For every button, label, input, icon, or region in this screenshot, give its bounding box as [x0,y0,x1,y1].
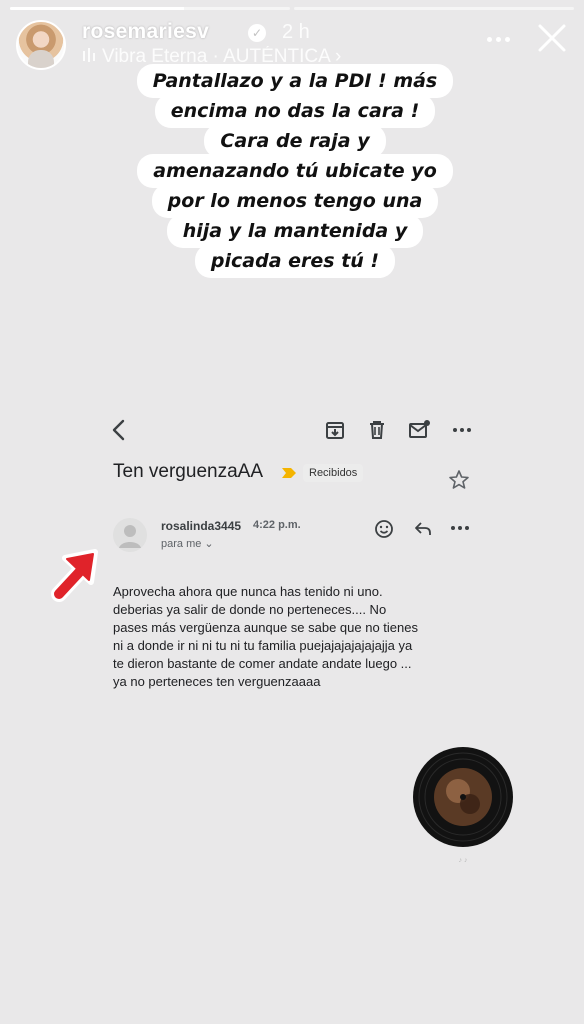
back-arrow-icon[interactable] [109,418,129,442]
caption-line: encima no das la cara ! [154,94,436,128]
email-body-line: deberias ya salir de donde no perteneces… [113,602,387,617]
label-arrow-icon [282,468,296,478]
email-time: 4:22 p.m. [253,519,301,531]
vinyl-caption: ♪ ♪ [458,857,468,864]
email-screenshot: Ten verguenzaAA Recibidos rosalinda3445 … [95,400,487,700]
email-body: Aprovecha ahora que nunca has tenido ni … [113,583,483,691]
caption-line: amenazando tú ubicate yo [137,154,453,188]
recipient-toggle[interactable]: para me ⌄ [161,537,214,550]
label-chip[interactable]: Recibidos [281,464,364,482]
caption-line: Pantallazo y a la PDI ! más [136,64,454,98]
story-caption: Pantallazo y a la PDI ! más encima no da… [70,64,520,278]
caption-line: hija y la mantenida y [166,214,424,248]
progress-segment [10,7,290,10]
progress-fill [10,7,184,10]
star-icon[interactable] [447,468,471,492]
trash-icon[interactable] [365,418,389,442]
progress-segment [294,7,574,10]
close-icon[interactable] [536,22,568,54]
more-options-icon[interactable] [450,418,474,442]
email-body-line: ni a donde ir ni ni tu ni tu familia pue… [113,638,413,653]
sender-avatar[interactable] [113,518,147,552]
caption-line: Cara de raja y [204,124,386,158]
caption-line: por lo menos tengo una [151,184,439,218]
more-horizontal-icon[interactable] [484,30,512,48]
email-body-line: Aprovecha ahora que nunca has tenido ni … [113,584,383,599]
caption-line: picada eres tú ! [194,244,396,278]
avatar[interactable] [16,20,66,70]
mark-unread-icon[interactable] [407,418,431,442]
reply-icon[interactable] [413,519,433,539]
music-vinyl-sticker[interactable] [412,746,514,848]
emoji-reaction-icon[interactable] [374,519,394,539]
email-subject: Ten verguenzaAA [113,461,263,482]
email-more-icon[interactable] [451,526,469,532]
story-progress [10,7,574,10]
sender-name[interactable]: rosalinda3445 [161,519,241,533]
email-body-line: ya no perteneces ten verguenzaaaa [113,674,321,689]
username[interactable]: rosemariesv [82,20,209,44]
label-text: Recibidos [303,464,364,482]
music-bars-icon [82,46,96,68]
email-body-line: pases más vergüenza aunque se sabe que n… [113,620,418,635]
archive-icon[interactable] [323,418,347,442]
email-body-line: te dieron bastante de comer andate andat… [113,656,412,671]
time-ago: 2 h [282,21,310,43]
verified-badge-icon: ✓ [248,24,266,42]
